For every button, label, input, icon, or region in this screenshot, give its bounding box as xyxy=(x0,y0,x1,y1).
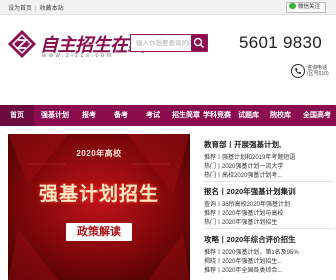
main-nav: 首页 强基计划 报考 备考 考试 招生简章 学科竞赛 试题库 院校库 全国高考 xyxy=(0,105,336,126)
search-icon xyxy=(193,37,204,48)
news-headline[interactable]: 教育部丨开展强基计划, xyxy=(204,139,281,150)
consult-area-code: (区号010) xyxy=(307,71,329,77)
nav-item-gaokao[interactable]: 全国高考 xyxy=(303,105,331,126)
banner-year-line: 2020年高校 xyxy=(76,149,122,158)
nav-item-strong-base[interactable]: 强基计划 xyxy=(41,105,69,126)
logo-url: www.zizzs.com xyxy=(42,53,114,59)
promo-banner[interactable]: 2020年高校 强基计划招生 政策解读 xyxy=(8,134,190,280)
news-divider xyxy=(204,228,334,229)
news-item[interactable]: 推荐丨强基计划和2019年考题短语 xyxy=(204,152,295,161)
banner-sub-title: 政策解读 xyxy=(77,226,121,238)
news-item[interactable]: 揭晓丨2020年强基计划招生... xyxy=(204,256,282,265)
news-item[interactable]: 热门丨高校2020强基计划考... xyxy=(204,170,282,179)
news-item[interactable]: 推荐丨2020强基计划，第1名及95% xyxy=(204,247,299,256)
link-separator: | xyxy=(35,6,37,12)
news-item[interactable]: 推荐丨2020年强基计划与高校 xyxy=(204,208,283,217)
top-links: 设为首页 | 收藏本站 xyxy=(8,3,64,12)
wechat-follow-button[interactable]: 微信关注 xyxy=(286,2,326,13)
news-item[interactable]: 查询丨36所高校2020年强基计划 xyxy=(204,199,290,208)
wechat-icon xyxy=(289,3,296,9)
news-item[interactable]: 热门丨2020年强基计划招生 xyxy=(204,217,277,226)
top-bar: 设为首页 | 收藏本站 微信关注 xyxy=(0,0,336,15)
news-item[interactable]: 热门丨2020强基计划一流大学 xyxy=(204,161,283,170)
nav-item-apply[interactable]: 报考 xyxy=(82,105,96,126)
add-favorite-link[interactable]: 收藏本站 xyxy=(40,6,64,12)
news-item[interactable]: 推荐丨2020年全国各类综合... xyxy=(204,265,282,274)
set-homepage-link[interactable]: 设为首页 xyxy=(8,6,32,12)
search-input[interactable] xyxy=(131,35,191,51)
nav-item-college-db[interactable]: 院校库 xyxy=(270,105,291,126)
banner-main-title: 强基计划招生 xyxy=(38,184,159,205)
phone-icon xyxy=(291,64,305,78)
logo-diamond-icon[interactable] xyxy=(8,30,36,58)
nav-item-prepare[interactable]: 备考 xyxy=(114,105,128,126)
nav-item-admission-brochure[interactable]: 招生简章 xyxy=(172,105,200,126)
wechat-follow-label: 微信关注 xyxy=(298,4,321,10)
consult-label: 咨询电话 (区号010) xyxy=(307,65,329,77)
nav-item-home[interactable]: 首页 xyxy=(0,105,34,126)
news-divider xyxy=(204,181,334,182)
page: 设为首页|收藏本站 微信关注 自主招生在线 www.zizzs.com 5601… xyxy=(0,0,336,280)
hotline-number: 5601 9830 xyxy=(239,33,323,52)
search-button[interactable] xyxy=(191,35,207,51)
news-panel: 教育部丨开展强基计划, 推荐丨强基计划和2019年考题短语 热门丨2020强基计… xyxy=(204,134,336,280)
search-box xyxy=(130,34,208,52)
nav-item-competition[interactable]: 学科竞赛 xyxy=(203,105,231,126)
nav-item-question-bank[interactable]: 试题库 xyxy=(238,105,259,126)
nav-item-exam[interactable]: 考试 xyxy=(146,105,160,126)
news-headline[interactable]: 攻略丨2020年综合评价招生 xyxy=(204,234,296,245)
news-headline[interactable]: 报名丨2020年强基计划集训 xyxy=(204,186,296,197)
